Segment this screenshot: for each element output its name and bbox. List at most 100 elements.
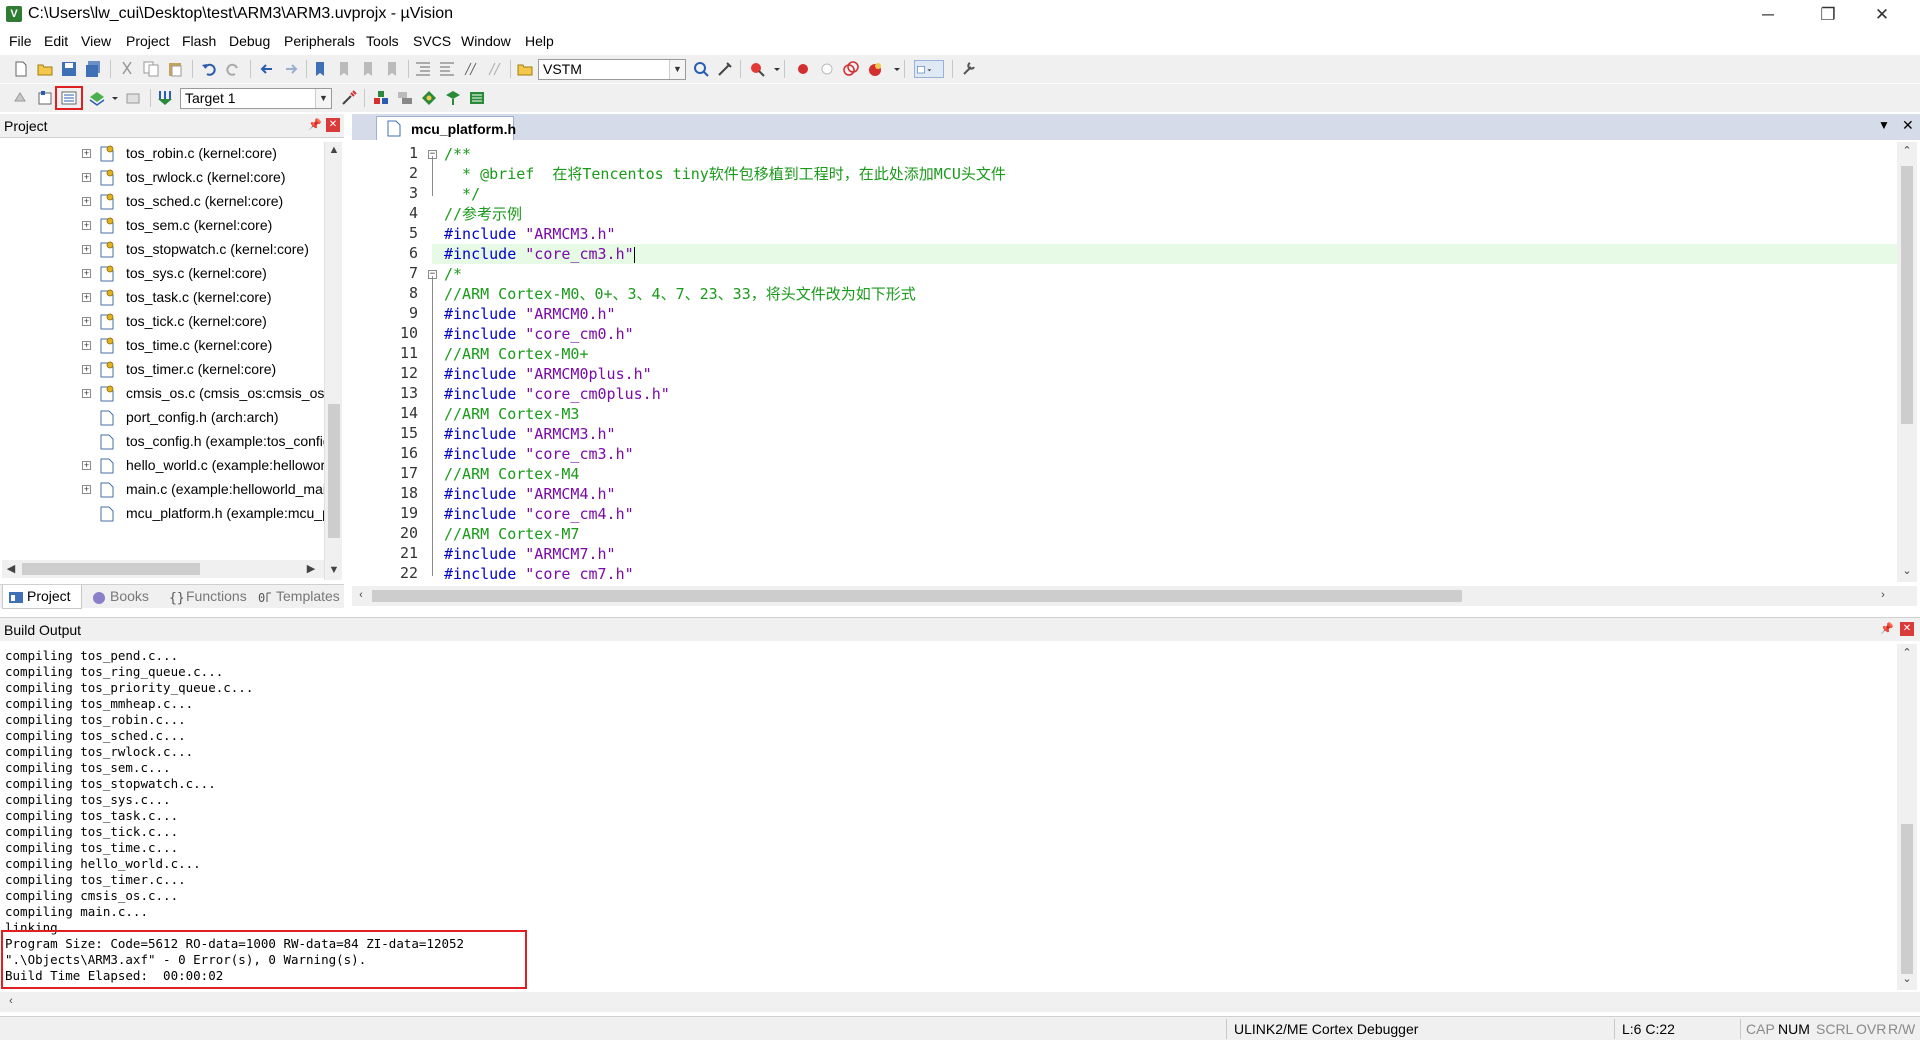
expand-icon[interactable]: + [82,365,91,374]
scroll-thumb[interactable] [22,563,200,575]
tree-item[interactable]: + tos_sem.c (kernel:core) [0,214,324,238]
save-all-icon[interactable] [84,60,102,78]
navigate-forward-icon[interactable] [282,60,300,78]
close-tab-icon[interactable]: ✕ [1902,117,1914,134]
tree-item[interactable]: + tos_time.c (kernel:core) [0,334,324,358]
incremental-find-icon[interactable] [692,60,710,78]
minimize-button[interactable]: ─ [1744,0,1792,30]
pin-icon[interactable]: 📌 [1880,622,1894,636]
new-file-icon[interactable] [12,60,30,78]
target-combo[interactable]: Target 1 ▼ [180,88,332,109]
debug-settings-icon[interactable] [716,60,734,78]
chevron-down-icon[interactable]: ▼ [669,60,685,79]
find-combo[interactable]: VSTM ▼ [538,59,686,80]
scroll-up-arrow-icon[interactable]: ⌃ [1900,646,1914,659]
tree-item[interactable]: + tos_sched.c (kernel:core) [0,190,324,214]
prev-bookmark-icon[interactable] [336,60,354,78]
menu-edit[interactable]: Edit [44,33,68,49]
tree-item[interactable]: + hello_world.c (example:helloworld) [0,454,324,478]
expand-icon[interactable]: + [82,293,91,302]
uncomment-icon[interactable] [486,60,504,78]
kill-breakpoints-icon[interactable] [842,60,860,78]
chevron-down-icon[interactable]: ▼ [315,89,331,108]
chevron-down-icon[interactable] [106,89,118,107]
project-horizontal-scrollbar[interactable]: ◀ ▶ [2,560,324,578]
kill-all-breakpoints-icon[interactable] [866,60,884,78]
expand-icon[interactable]: + [82,485,91,494]
tree-item[interactable]: + tos_robin.c (kernel:core) [0,142,324,166]
tree-item[interactable]: + main.c (example:helloworld_main) [0,478,324,502]
tab-project[interactable]: Project [2,585,82,609]
tree-item[interactable]: + tos_stopwatch.c (kernel:core) [0,238,324,262]
pin-icon[interactable]: 📌 [308,118,322,132]
breakpoint-icon[interactable] [794,60,812,78]
batch-build-icon[interactable] [88,89,106,107]
build-output-horizontal-scrollbar[interactable]: ‹ [0,992,1920,1012]
expand-icon[interactable]: + [82,197,91,206]
chevron-down-icon[interactable] [768,60,780,78]
menu-flash[interactable]: Flash [182,33,216,49]
software-packs-icon[interactable] [468,89,486,107]
configure-icon[interactable] [960,60,978,78]
manage-rte-icon[interactable] [420,89,438,107]
save-icon[interactable] [60,60,78,78]
tree-item[interactable]: mcu_platform.h (example:mcu_platform) [0,502,324,526]
tree-item[interactable]: + tos_rwlock.c (kernel:core) [0,166,324,190]
scroll-right-arrow-icon[interactable]: ▶ [306,562,316,575]
scroll-thumb[interactable] [328,404,340,538]
redo-icon[interactable] [224,60,242,78]
target-options-icon[interactable] [340,89,358,107]
clear-bookmarks-icon[interactable] [384,60,402,78]
menu-svcs[interactable]: SVCS [413,33,451,49]
editor-vertical-scrollbar[interactable]: ⌃ ⌄ [1897,142,1917,582]
window-layout-icon[interactable] [914,60,944,78]
tree-item[interactable]: + tos_task.c (kernel:core) [0,286,324,310]
scroll-down-arrow-icon[interactable]: ⌄ [1900,564,1914,577]
download-icon[interactable] [156,89,174,107]
close-pane-button[interactable]: ✕ [1900,622,1914,636]
menu-tools[interactable]: Tools [366,33,399,49]
open-folder-icon[interactable] [36,60,54,78]
translate-icon[interactable] [12,89,30,107]
disable-breakpoint-icon[interactable] [818,60,836,78]
menu-view[interactable]: View [81,33,111,49]
tree-item[interactable]: port_config.h (arch:arch) [0,406,324,430]
expand-icon[interactable]: + [82,173,91,182]
build-output-vertical-scrollbar[interactable]: ⌃ ⌄ [1897,644,1917,990]
cut-icon[interactable] [118,60,136,78]
expand-icon[interactable]: + [82,461,91,470]
next-bookmark-icon[interactable] [360,60,378,78]
scroll-up-arrow-icon[interactable]: ⌃ [1900,144,1914,157]
stop-build-icon[interactable] [124,89,142,107]
navigate-back-icon[interactable] [258,60,276,78]
close-pane-button[interactable]: ✕ [326,118,340,132]
menu-file[interactable]: File [9,33,32,49]
menu-window[interactable]: Window [461,33,511,49]
copy-icon[interactable] [142,60,160,78]
chevron-down-icon[interactable] [888,60,900,78]
expand-icon[interactable]: + [82,317,91,326]
unindent-icon[interactable] [438,60,456,78]
expand-icon[interactable]: + [82,149,91,158]
tree-item[interactable]: + cmsis_os.c (cmsis_os:cmsis_os) [0,382,324,406]
expand-icon[interactable]: + [82,389,91,398]
editor-tab-mcu-platform[interactable]: mcu_platform.h [376,116,516,140]
tab-list-dropdown-icon[interactable]: ▼ [1878,118,1890,132]
scroll-thumb[interactable] [372,590,1462,602]
menu-project[interactable]: Project [126,33,170,49]
manage-project-items-icon[interactable] [372,89,390,107]
comment-icon[interactable] [462,60,480,78]
scroll-left-arrow-icon[interactable]: ◀ [6,562,16,575]
bookmark-icon[interactable] [312,60,330,78]
close-window-button[interactable]: ✕ [1858,0,1906,30]
scroll-left-arrow-icon[interactable]: ‹ [356,589,366,601]
tab-functions[interactable]: {} Functions [162,585,254,609]
scroll-down-arrow-icon[interactable]: ▼ [327,564,341,576]
expand-icon[interactable]: + [82,245,91,254]
tab-books[interactable]: Books [86,585,166,609]
scroll-thumb[interactable] [1901,824,1913,974]
build-icon[interactable] [36,89,54,107]
scroll-left-arrow-icon[interactable]: ‹ [6,995,16,1007]
scroll-right-arrow-icon[interactable]: › [1878,589,1888,601]
expand-icon[interactable]: + [82,221,91,230]
